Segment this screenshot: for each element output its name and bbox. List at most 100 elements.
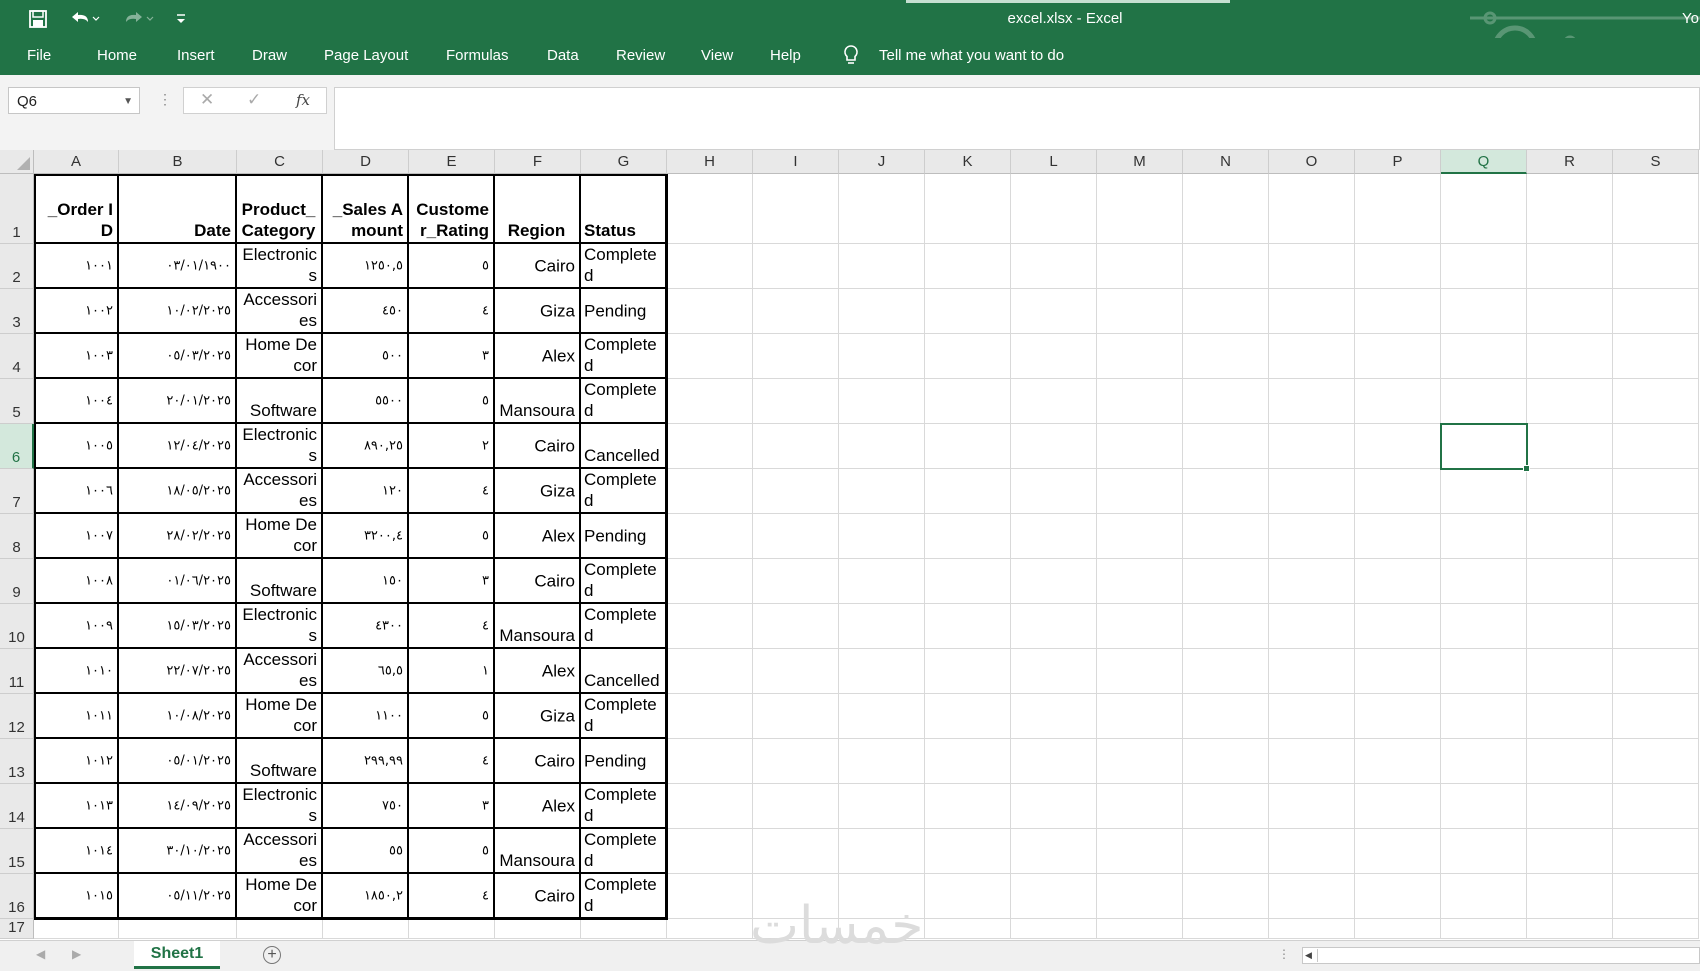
column-header-q[interactable]: Q [1441,150,1527,174]
table-cell[interactable]: Giza [495,469,581,514]
grid-cell[interactable] [667,559,753,604]
row-header-16[interactable]: 16 [0,874,34,919]
grid-cell[interactable] [1183,424,1269,469]
grid-cell[interactable] [667,424,753,469]
grid-cell[interactable] [1441,694,1527,739]
grid-cell[interactable] [1355,784,1441,829]
grid-cell[interactable] [1097,649,1183,694]
table-cell[interactable]: ٣ [409,784,495,829]
grid-cell[interactable] [1183,469,1269,514]
table-cell[interactable]: ٤ [409,289,495,334]
column-header-g[interactable]: G [581,150,667,174]
table-cell[interactable]: ٦٥,٥ [323,649,409,694]
grid-cell[interactable] [667,874,753,919]
grid-cell[interactable] [925,379,1011,424]
grid-cell[interactable] [667,784,753,829]
row-header-17[interactable]: 17 [0,919,34,939]
grid-cell[interactable] [753,874,839,919]
table-cell[interactable]: ١٠١٤ [34,829,119,874]
grid-cell[interactable] [1183,334,1269,379]
grid-cell[interactable] [1613,514,1699,559]
grid-cell[interactable] [667,694,753,739]
grid-cell[interactable] [753,739,839,784]
grid-cell[interactable] [1355,244,1441,289]
grid-cell[interactable] [1355,174,1441,244]
grid-cell[interactable] [1097,694,1183,739]
table-cell[interactable]: Electronics [237,244,323,289]
grid-cell[interactable] [1355,604,1441,649]
chevron-down-icon[interactable]: ▼ [123,88,133,115]
grid-cell[interactable] [1011,829,1097,874]
column-header-c[interactable]: C [237,150,323,174]
grid-cell[interactable] [839,694,925,739]
grid-cell[interactable] [753,379,839,424]
table-cell[interactable]: ٢٨/٠٢/٢٠٢٥ [119,514,237,559]
grid-cell[interactable] [1097,514,1183,559]
column-header-s[interactable]: S [1613,150,1699,174]
table-cell[interactable]: Software [237,379,323,424]
grid-cell[interactable] [1269,289,1355,334]
grid-cell[interactable] [1441,829,1527,874]
table-cell[interactable]: Software [237,739,323,784]
tab-data[interactable]: Data [547,47,579,64]
table-cell[interactable]: ١٨/٠٥/٢٠٢٥ [119,469,237,514]
table-cell[interactable]: Electronics [237,604,323,649]
more-dots-icon[interactable]: ⋮ [158,91,172,108]
table-cell[interactable]: Cancelled [581,649,667,694]
grid-cell[interactable] [1097,424,1183,469]
table-cell[interactable]: ٢٠/٠١/٢٠٢٥ [119,379,237,424]
grid-cell[interactable] [753,604,839,649]
grid-cell[interactable] [1011,649,1097,694]
table-cell[interactable]: Pending [581,739,667,784]
row-header-14[interactable]: 14 [0,784,34,829]
grid-cell[interactable] [925,784,1011,829]
grid-cell[interactable] [1011,784,1097,829]
table-cell[interactable]: ٤٣٠٠ [323,604,409,649]
grid-cell[interactable] [1441,174,1527,244]
grid-cell[interactable] [1011,604,1097,649]
table-cell[interactable]: ٥٥٠٠ [323,379,409,424]
grid-cell[interactable] [1355,694,1441,739]
table-cell[interactable]: ١٠٠٤ [34,379,119,424]
grid-cell[interactable] [1269,174,1355,244]
table-cell[interactable]: Completed [581,874,667,919]
lightbulb-icon[interactable] [842,44,860,70]
cancel-icon[interactable]: ✕ [200,90,214,110]
table-cell[interactable]: ١٥٠ [323,559,409,604]
table-header-cell[interactable]: Product_Category [237,174,323,244]
row-header-11[interactable]: 11 [0,649,34,694]
grid-cell[interactable] [1183,514,1269,559]
grid-cell[interactable] [1527,514,1613,559]
worksheet-grid[interactable]: A B C D E F G H I J K L M N O P Q R S 1 2 3 4 5 6 7 8 9 10 11 12 13 14 15… [0,150,1700,940]
grid-cell[interactable] [1613,244,1699,289]
grid-cell[interactable] [753,469,839,514]
grid-cell[interactable] [925,514,1011,559]
grid-cell[interactable] [839,829,925,874]
tab-draw[interactable]: Draw [252,47,287,64]
grid-cell[interactable] [1613,424,1699,469]
grid-cell[interactable] [1527,649,1613,694]
select-all-corner[interactable] [0,150,34,174]
table-cell[interactable]: ١٢٠ [323,469,409,514]
grid-cell[interactable] [1613,334,1699,379]
column-header-r[interactable]: R [1527,150,1613,174]
table-cell[interactable]: Alex [495,784,581,829]
grid-cell[interactable] [925,919,1011,939]
grid-cell[interactable] [1183,379,1269,424]
grid-cell[interactable] [839,379,925,424]
table-cell[interactable]: Cairo [495,424,581,469]
grid-cell[interactable] [409,919,495,939]
grid-cell[interactable] [1527,469,1613,514]
table-cell[interactable]: ١ [409,649,495,694]
grid-cell[interactable] [1527,784,1613,829]
grid-cell[interactable] [839,469,925,514]
grid-cell[interactable] [839,559,925,604]
grid-cell[interactable] [1613,829,1699,874]
table-cell[interactable]: ٥ [409,514,495,559]
table-cell[interactable]: ٤ [409,469,495,514]
insert-function-icon[interactable]: fx [296,91,310,109]
grid-cell[interactable] [1441,919,1527,939]
formula-input[interactable] [334,87,1700,150]
grid-cell[interactable] [925,829,1011,874]
grid-cell[interactable] [1011,739,1097,784]
